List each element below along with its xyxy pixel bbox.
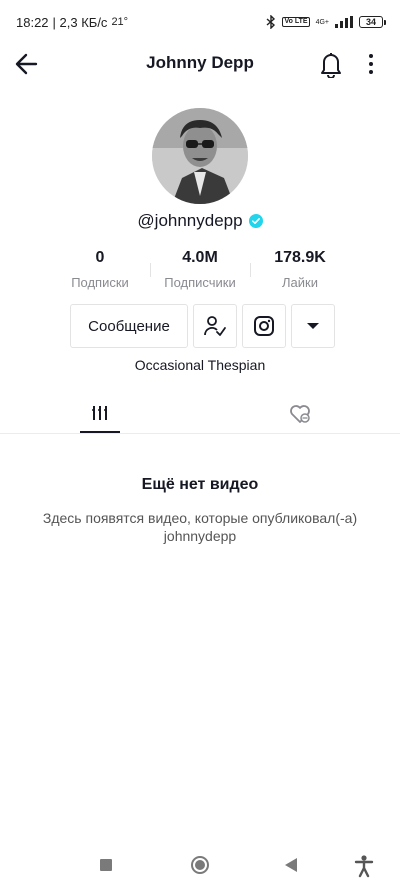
stat-label: Лайки (282, 275, 318, 290)
bluetooth-icon (267, 15, 276, 29)
more-options-button[interactable] (360, 52, 382, 76)
tab-videos[interactable] (0, 396, 200, 434)
profile-header: Johnny Depp (0, 44, 400, 84)
tab-liked-videos[interactable] (200, 396, 400, 434)
battery-icon: 34 (359, 16, 386, 28)
following-button[interactable] (193, 304, 237, 348)
profile-stats: 0 Подписки 4.0M Подписчики 178.9K Лайки (50, 249, 350, 291)
stat-likes[interactable]: 178.9K Лайки (250, 249, 350, 291)
battery-level: 34 (359, 16, 383, 28)
status-bar: 18:22 | 2,3 КБ/с 21° Vo LTE 4G+ 34 (0, 0, 400, 44)
status-left: 18:22 | 2,3 КБ/с 21° (16, 15, 128, 30)
empty-state-title: Ещё нет видео (141, 476, 259, 493)
profile-bio: Occasional Thespian (134, 357, 266, 373)
system-nav-bar (0, 845, 400, 889)
verified-badge-icon (248, 214, 263, 228)
avatar-photo (152, 108, 248, 204)
content-tabs (0, 396, 400, 434)
stat-following[interactable]: 0 Подписки (50, 249, 150, 291)
stat-label: Подписчики (164, 275, 236, 290)
status-time: 18:22 (16, 14, 49, 30)
system-back-button[interactable] (285, 858, 297, 872)
profile-actions: Сообщение (70, 304, 335, 348)
videos-grid-icon (92, 406, 108, 420)
signal-icon (335, 16, 353, 28)
status-network-speed: | 2,3 КБ/с (52, 14, 108, 30)
dropdown-caret-icon (307, 323, 319, 329)
bell-icon (321, 53, 341, 79)
recents-button[interactable] (100, 859, 112, 871)
instagram-button[interactable] (242, 304, 286, 348)
liked-hidden-icon (290, 405, 310, 423)
accessibility-button[interactable] (353, 854, 375, 878)
lte-badge: Vo LTE (282, 17, 310, 27)
username: @johnnydepp (137, 211, 243, 230)
accessibility-icon (354, 855, 374, 878)
empty-state-description: Здесь появятся видео, которые опубликова… (42, 510, 358, 544)
suggested-accounts-button[interactable] (291, 304, 335, 348)
status-temperature: 21° (111, 16, 129, 28)
instagram-icon (254, 316, 274, 336)
user-check-icon (204, 316, 226, 336)
username-row: @johnnydepp (0, 211, 400, 231)
home-button[interactable] (191, 856, 209, 874)
stat-label: Подписки (71, 275, 129, 290)
stat-followers[interactable]: 4.0M Подписчики (150, 249, 250, 291)
network-type: 4G+ (315, 18, 329, 26)
stat-value: 178.9K (274, 249, 326, 266)
notification-bell-button[interactable] (318, 50, 344, 79)
message-button[interactable]: Сообщение (70, 304, 188, 348)
status-right: Vo LTE 4G+ 34 (266, 15, 386, 29)
stat-value: 4.0M (182, 249, 218, 266)
more-vertical-icon (369, 54, 373, 58)
avatar[interactable] (152, 108, 248, 204)
stat-value: 0 (95, 249, 105, 266)
active-tab-indicator (80, 431, 120, 433)
